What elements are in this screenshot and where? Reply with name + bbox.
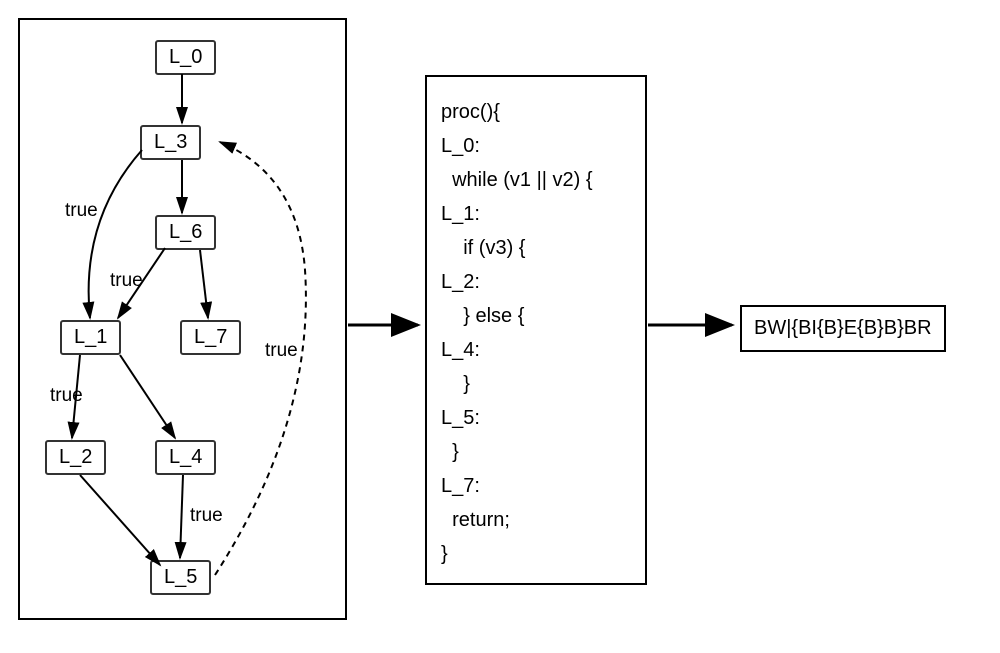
node-l5: L_5 [150, 560, 211, 595]
node-l6-label: L_6 [169, 221, 202, 243]
code-line: } else { [441, 299, 631, 333]
node-l5-label: L_5 [164, 566, 197, 588]
code-line: L_0: [441, 129, 631, 163]
node-l3-label: L_3 [154, 131, 187, 153]
node-l0-label: L_0 [169, 46, 202, 68]
node-l3: L_3 [140, 125, 201, 160]
node-l2: L_2 [45, 440, 106, 475]
node-l0: L_0 [155, 40, 216, 75]
node-l1: L_1 [60, 320, 121, 355]
code-line: L_4: [441, 333, 631, 367]
cfg-panel: L_0 L_3 L_6 L_1 L_7 L_2 L_4 L_5 true tru… [18, 18, 347, 620]
code-line: L_7: [441, 469, 631, 503]
edge-label-l3-l1: true [65, 200, 98, 222]
cfg-edges [20, 20, 345, 618]
edge-label-l1-l2: true [50, 385, 83, 407]
code-line: L_2: [441, 265, 631, 299]
output-text: BW|{BI{B}E{B}B}BR [754, 317, 932, 339]
code-line: return; [441, 503, 631, 537]
edge-label-l4-l5: true [190, 505, 223, 527]
code-line: L_1: [441, 197, 631, 231]
code-panel: proc(){ L_0: while (v1 || v2) { L_1: if … [425, 75, 647, 585]
node-l7-label: L_7 [194, 326, 227, 348]
code-line: if (v3) { [441, 231, 631, 265]
edge-label-l6-l1: true [110, 270, 143, 292]
node-l6: L_6 [155, 215, 216, 250]
code-line: } [441, 367, 631, 401]
code-line: } [441, 537, 631, 571]
node-l2-label: L_2 [59, 446, 92, 468]
node-l1-label: L_1 [74, 326, 107, 348]
output-box: BW|{BI{B}E{B}B}BR [740, 305, 946, 352]
edge-label-l5-l3: true [265, 340, 298, 362]
code-line: while (v1 || v2) { [441, 163, 631, 197]
code-line: } [441, 435, 631, 469]
code-line: L_5: [441, 401, 631, 435]
node-l4-label: L_4 [169, 446, 202, 468]
node-l7: L_7 [180, 320, 241, 355]
code-line: proc(){ [441, 95, 631, 129]
node-l4: L_4 [155, 440, 216, 475]
